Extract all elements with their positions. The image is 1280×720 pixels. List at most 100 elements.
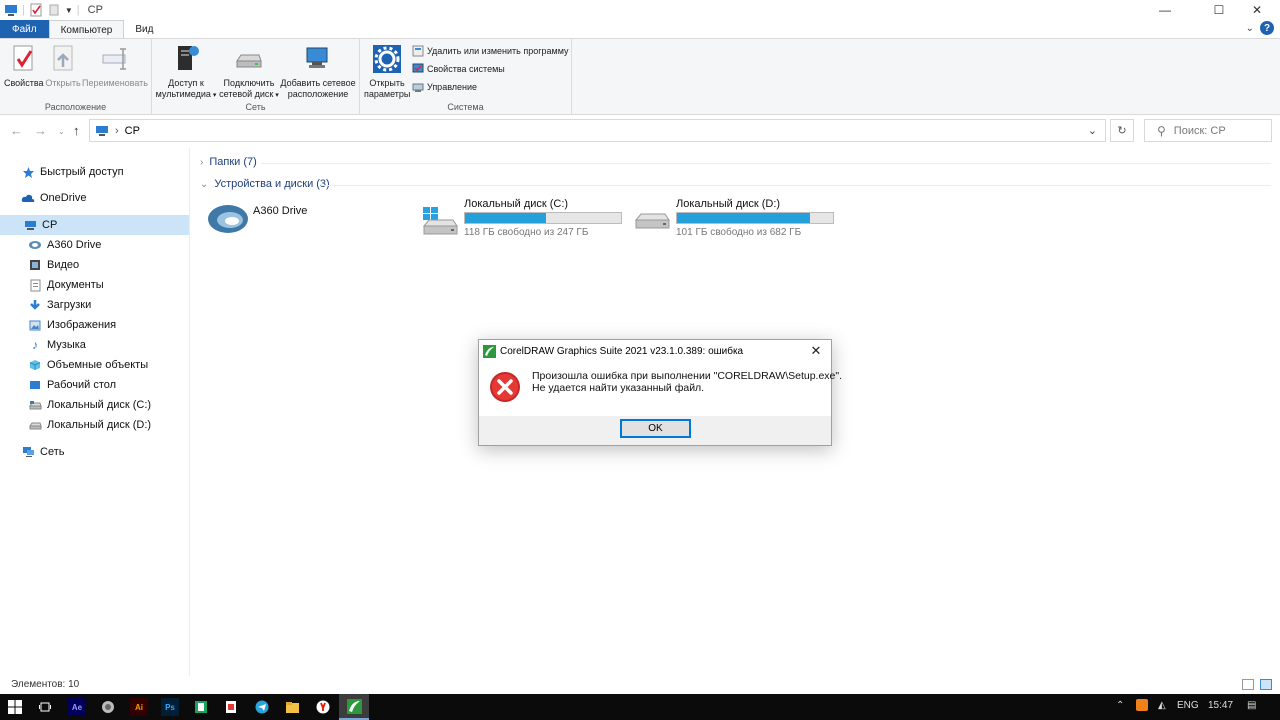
location-group: Свойства Открыть Переименовать Расположе… [0,39,152,115]
yandex-browser-icon[interactable] [314,698,332,716]
task-view-icon [39,702,51,712]
minimize-button[interactable]: — [1142,0,1188,20]
sidebar-item-label: Быстрый доступ [40,166,124,178]
sidebar-item-label: Изображения [47,319,117,331]
drive-d-tile[interactable]: Локальный диск (D:) 101 ГБ свободно из 6… [633,198,843,242]
computer-icon [96,125,108,136]
help-icon[interactable]: ? [1260,21,1274,35]
tab-computer[interactable]: Компьютер [48,20,125,39]
task-view-button[interactable] [36,698,54,716]
tray-app-icon[interactable] [1136,699,1148,711]
sidebar-item-video[interactable]: Видео [0,255,189,275]
coreldraw-taskbar-button[interactable] [339,694,369,720]
sidebar-item-music[interactable]: ♪ Музыка [0,335,189,355]
gear-icon [373,45,401,73]
forward-arrow-icon[interactable]: → [34,123,47,138]
media-access-button[interactable]: Доступ к мультимедиа ▾ [154,41,218,101]
browser-icon[interactable] [99,698,117,716]
folders-section-title: Папки (7) [209,156,257,168]
folders-section-header[interactable]: › Папки (7) [200,156,257,168]
open-button[interactable]: Открыть [44,41,82,89]
drive-free-space: 118 ГБ свободно из 247 ГБ [464,227,589,238]
sidebar-item-downloads[interactable]: Загрузки [0,295,189,315]
search-input[interactable]: ⚲ Поиск: СР [1144,119,1272,142]
new-folder-icon[interactable] [47,3,61,17]
drive-name: Локальный диск (C:) [464,198,569,210]
language-indicator[interactable]: ENG [1177,700,1199,711]
sidebar-item-drive-d[interactable]: Локальный диск (D:) [0,415,189,435]
sidebar-item-quick-access[interactable]: Быстрый доступ [0,162,189,182]
network-icon [21,445,35,459]
sidebar-item-documents[interactable]: Документы [0,275,189,295]
properties-button[interactable]: Свойства [4,41,44,89]
system-properties-label: Свойства системы [427,64,505,74]
system-group-label: Система [447,102,484,112]
download-icon [28,298,42,312]
status-bar: Элементов: 10 [0,676,1280,694]
drive-c-tile[interactable]: Локальный диск (C:) 118 ГБ свободно из 2… [421,198,631,242]
dialog-message-line-1: Произошла ошибка при выполнении "CORELDR… [532,370,843,382]
properties-icon[interactable] [29,3,43,17]
devices-section-header[interactable]: ⌄ Устройства и диски (3) [200,178,330,190]
after-effects-icon[interactable]: Ae [68,698,86,716]
add-network-location-button[interactable]: Добавить сетевое расположение [280,41,356,100]
breadcrumb-item[interactable]: СР [125,125,140,137]
navigation-pane: Быстрый доступ OneDrive СР A360 Drive Ви… [0,148,190,676]
customize-qa-icon[interactable]: ▼ [65,6,73,15]
recent-chevron-icon[interactable]: ⌄ [58,127,65,136]
refresh-icon: ↻ [1117,125,1127,137]
drive-usage-bar [464,212,622,224]
search-icon: ⚲ [1157,123,1166,138]
manage-label: Управление [427,82,478,92]
sidebar-item-3d-objects[interactable]: Объемные объекты [0,355,189,375]
coreldraw-icon [346,698,362,714]
music-icon: ♪ [32,338,38,352]
sidebar-item-drive-c[interactable]: Локальный диск (C:) [0,395,189,415]
tiles-view-icon[interactable] [1260,679,1272,690]
programs-icon [412,45,424,57]
open-settings-button[interactable]: Открыть параметры [364,41,410,100]
close-button[interactable]: ✕ [1234,0,1280,20]
up-arrow-icon[interactable]: ↑ [73,123,80,138]
desktop-icon [28,378,42,392]
system-properties-button[interactable]: Свойства системы [412,63,505,75]
photoshop-icon[interactable]: Ps [161,698,179,716]
manage-button[interactable]: Управление [412,81,477,93]
tab-view[interactable]: Вид [124,20,164,39]
start-button[interactable] [6,698,24,716]
rename-button[interactable]: Переименовать [82,41,148,89]
sidebar-item-onedrive[interactable]: OneDrive [0,188,189,208]
windows-drive-icon [422,207,458,235]
sidebar-item-this-pc[interactable]: СР [0,215,189,235]
address-bar[interactable]: › СР ⌄ [89,119,1106,142]
a360-drive-tile[interactable]: A360 Drive [207,200,407,240]
sidebar-item-network[interactable]: Сеть [0,442,189,462]
map-drive-button[interactable]: Подключить сетевой диск ▾ [218,41,280,101]
file-explorer-icon[interactable] [283,698,301,716]
chevron-right-icon: › [200,156,204,168]
uninstall-program-button[interactable]: Удалить или изменить программу [412,45,568,57]
drive-free-space: 101 ГБ свободно из 682 ГБ [676,227,802,238]
sidebar-item-pictures[interactable]: Изображения [0,315,189,335]
illustrator-icon[interactable]: Ai [130,698,148,716]
chevron-down-icon[interactable]: ⌄ [1246,23,1254,34]
pdf-app-icon[interactable] [222,698,240,716]
back-arrow-icon[interactable]: ← [10,123,23,138]
sidebar-item-desktop[interactable]: Рабочий стол [0,375,189,395]
dialog-close-button[interactable]: ✕ [801,340,831,362]
properties-icon [13,45,33,71]
telegram-icon[interactable] [253,698,271,716]
sidebar-item-label: OneDrive [40,192,87,204]
app-icon[interactable] [192,698,210,716]
address-dropdown-icon[interactable]: ⌄ [1088,124,1097,137]
refresh-button[interactable]: ↻ [1110,119,1134,142]
show-hidden-icons-icon[interactable]: ⌃ [1116,700,1124,711]
clock[interactable]: 15:47 [1208,700,1233,711]
sidebar-item-a360[interactable]: A360 Drive [0,235,189,255]
network-icon[interactable]: ◭ [1158,700,1166,711]
error-icon [490,372,520,402]
details-view-icon[interactable] [1242,679,1254,690]
ok-button[interactable]: OK [620,419,691,438]
tab-file[interactable]: Файл [0,20,49,39]
notifications-icon[interactable]: ▤ [1247,700,1256,711]
